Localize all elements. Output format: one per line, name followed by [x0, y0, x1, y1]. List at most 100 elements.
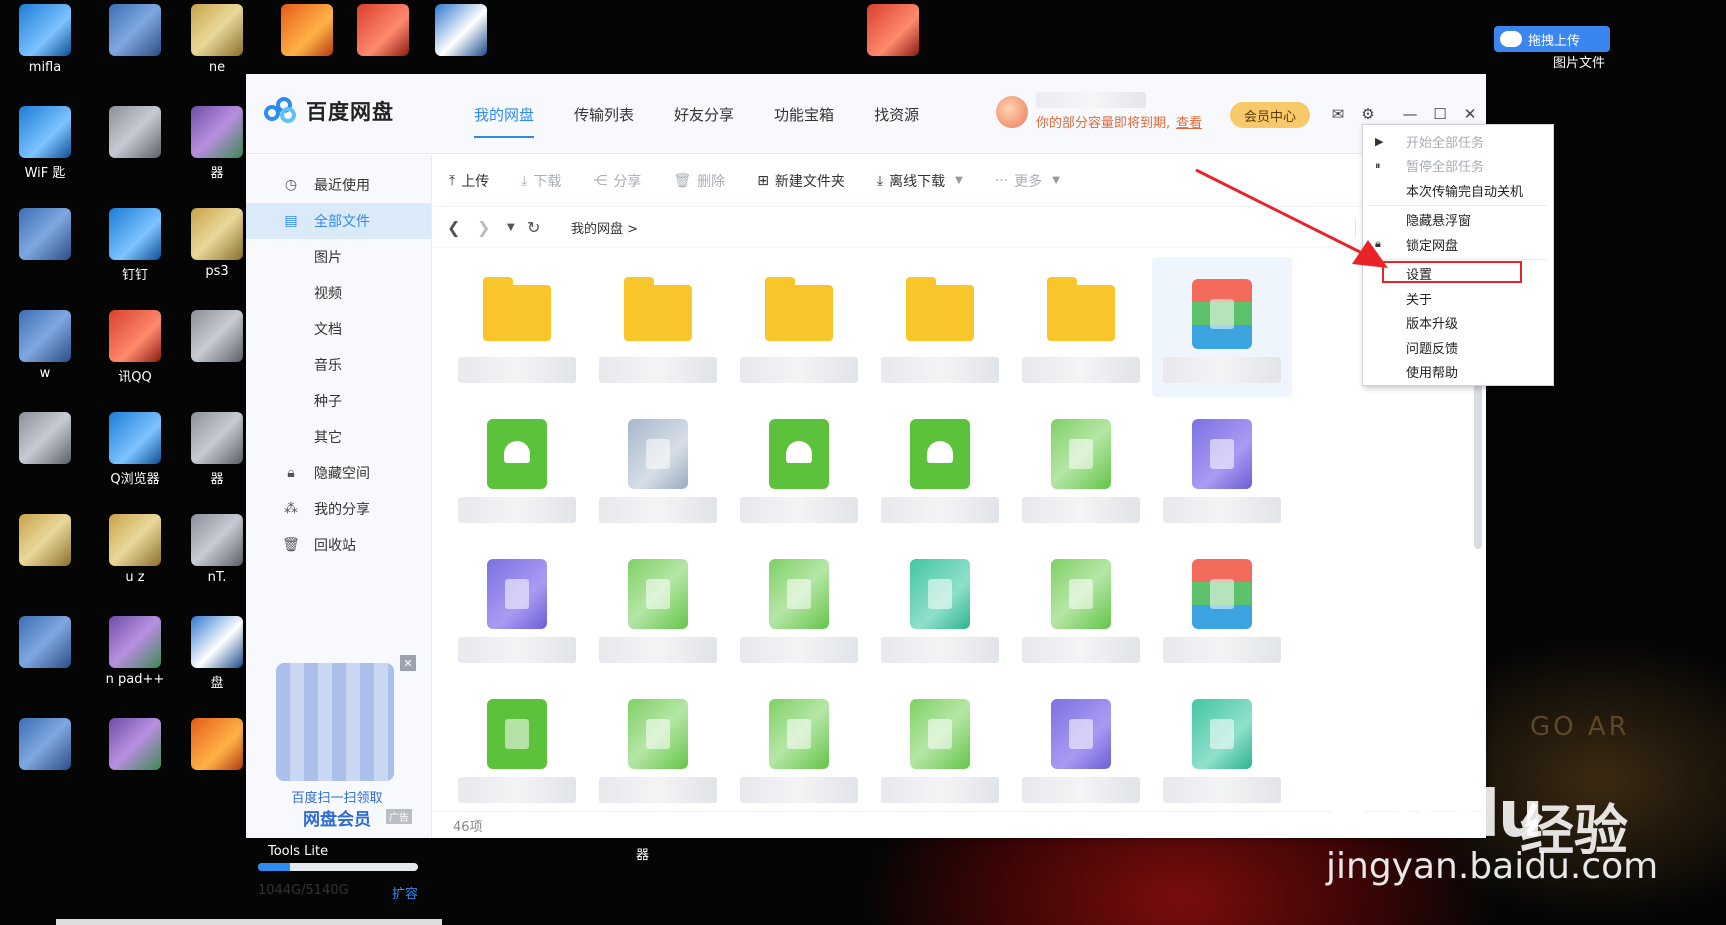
- sidebar-item-0[interactable]: ◷ 最近使用: [246, 167, 431, 203]
- file-item[interactable]: [729, 257, 869, 397]
- breadcrumb[interactable]: 我的网盘 >: [571, 218, 638, 237]
- desktop-icon-label: ne: [208, 60, 226, 75]
- file-item[interactable]: [1011, 537, 1151, 677]
- file-item[interactable]: [447, 257, 587, 397]
- file-item[interactable]: [588, 257, 728, 397]
- file-icon: [1047, 699, 1115, 769]
- avatar[interactable]: [996, 95, 1028, 128]
- back-icon[interactable]: ❮: [447, 218, 477, 237]
- menu-item[interactable]: 版本升级: [1363, 311, 1553, 336]
- close-icon[interactable]: ✕: [1460, 104, 1480, 124]
- desktop-icon[interactable]: u z: [90, 514, 180, 604]
- sidebar-item-extra-2[interactable]: 🗑︎ 回收站: [246, 527, 431, 563]
- download-button[interactable]: ⤓ 下载: [521, 171, 561, 191]
- desktop-icon[interactable]: [90, 106, 180, 196]
- upload-button[interactable]: ⤒ 上传: [449, 171, 489, 191]
- file-item[interactable]: [447, 537, 587, 677]
- file-item[interactable]: [447, 397, 587, 537]
- tool-label: 离线下载: [889, 173, 946, 190]
- share-button[interactable]: ⋲ 分享: [593, 171, 641, 191]
- history-dropdown-icon[interactable]: ▼: [507, 222, 527, 233]
- desktop-icon-label: w: [39, 366, 51, 381]
- sidebar-subitem-1[interactable]: 视频: [246, 275, 431, 311]
- menu-item[interactable]: 隐藏悬浮窗: [1363, 208, 1553, 233]
- file-item[interactable]: [870, 397, 1010, 537]
- desktop-icon-label: ps3: [205, 264, 229, 279]
- vip-center-button[interactable]: 会员中心: [1230, 102, 1310, 128]
- desktop-icon[interactable]: [0, 514, 90, 604]
- minimize-icon[interactable]: —: [1400, 104, 1420, 124]
- desktop-icon[interactable]: 钉钉: [90, 208, 180, 298]
- file-item[interactable]: [729, 537, 869, 677]
- desktop-icon[interactable]: w: [0, 310, 90, 400]
- desktop-icon[interactable]: mifla: [0, 4, 90, 94]
- desktop-icon[interactable]: [0, 208, 90, 298]
- file-item[interactable]: [1152, 397, 1292, 537]
- desktop-app-icon: [191, 106, 243, 158]
- sidebar-subitem-0[interactable]: 图片: [246, 239, 431, 275]
- file-item[interactable]: [1152, 537, 1292, 677]
- tab-4[interactable]: 找资源: [854, 74, 939, 154]
- gear-icon[interactable]: ⚙: [1358, 104, 1378, 124]
- file-item[interactable]: [729, 397, 869, 537]
- menu-item[interactable]: 本次传输完自动关机: [1363, 178, 1553, 203]
- desktop-icon[interactable]: 讯QQ: [90, 310, 180, 400]
- file-item[interactable]: [1011, 677, 1151, 809]
- desktop-icon-label: nT.: [207, 570, 227, 585]
- sidebar-item-extra-1[interactable]: ⁂ 我的分享: [246, 491, 431, 527]
- sidebar-subitem-5[interactable]: 其它: [246, 419, 431, 455]
- file-item[interactable]: [1011, 397, 1151, 537]
- file-item[interactable]: [588, 397, 728, 537]
- menu-item[interactable]: 问题反馈: [1363, 335, 1553, 360]
- file-item[interactable]: [870, 257, 1010, 397]
- tab-1[interactable]: 传输列表: [554, 74, 654, 154]
- menu-item[interactable]: ▶ 开始全部任务: [1363, 129, 1553, 154]
- offline-download-button[interactable]: ⤓ 离线下载 ▼: [877, 171, 963, 191]
- ad-close-icon[interactable]: ✕: [400, 655, 416, 671]
- delete-button[interactable]: 🗑︎ 删除: [673, 171, 725, 191]
- file-item[interactable]: [588, 537, 728, 677]
- desktop-icon[interactable]: [0, 616, 90, 706]
- user-area[interactable]: 你的部分容量即将到期, 查看: [996, 92, 1202, 131]
- sidebar-subitem-4[interactable]: 种子: [246, 383, 431, 419]
- desktop-icon[interactable]: Q浏览器: [90, 412, 180, 502]
- file-item[interactable]: [1152, 677, 1292, 809]
- drag-upload-widget[interactable]: 拖拽上传: [1494, 26, 1610, 52]
- path-bar: ❮ ❯ ▼ ↻ 我的网盘 >: [433, 208, 1486, 248]
- more-button[interactable]: ··· 更多 ▼: [995, 171, 1060, 191]
- file-item[interactable]: [1152, 257, 1292, 397]
- menu-separator: [1369, 204, 1547, 206]
- file-item[interactable]: [588, 677, 728, 809]
- file-item[interactable]: [447, 677, 587, 809]
- menu-item[interactable]: ⏸ 暂停全部任务: [1363, 154, 1553, 179]
- mail-icon[interactable]: ✉: [1328, 104, 1348, 124]
- tab-0[interactable]: 我的网盘: [454, 74, 554, 154]
- menu-item[interactable]: 🔒︎ 锁定网盘: [1363, 232, 1553, 257]
- file-item[interactable]: [1011, 257, 1151, 397]
- ad-banner[interactable]: ✕ 百度扫一扫领取 网盘会员 广告: [262, 655, 416, 830]
- desktop-icon[interactable]: [90, 718, 180, 808]
- new-folder-button[interactable]: ⊞ 新建文件夹: [757, 171, 845, 191]
- refresh-icon[interactable]: ↻: [527, 218, 557, 237]
- desktop-icon[interactable]: n pad++: [90, 616, 180, 706]
- desktop-app-icon: [19, 208, 71, 260]
- file-item[interactable]: [729, 677, 869, 809]
- sidebar-subitem-3[interactable]: 音乐: [246, 347, 431, 383]
- tab-3[interactable]: 功能宝箱: [754, 74, 854, 154]
- desktop-icon[interactable]: [90, 4, 180, 94]
- file-item[interactable]: [870, 537, 1010, 677]
- notice-view-link[interactable]: 查看: [1176, 116, 1202, 131]
- sidebar-subitem-2[interactable]: 文档: [246, 311, 431, 347]
- desktop-icon[interactable]: [0, 718, 90, 808]
- desktop-icon[interactable]: WiF 匙: [0, 106, 90, 196]
- expand-capacity-link[interactable]: 扩容: [392, 883, 418, 902]
- tab-2[interactable]: 好友分享: [654, 74, 754, 154]
- file-item[interactable]: [870, 677, 1010, 809]
- desktop-icon[interactable]: [0, 412, 90, 502]
- forward-icon[interactable]: ❯: [477, 218, 507, 237]
- sidebar-item-1[interactable]: ▤ 全部文件: [246, 203, 431, 239]
- menu-item[interactable]: 使用帮助: [1363, 360, 1553, 385]
- sidebar-item-extra-0[interactable]: 🔒︎ 隐藏空间: [246, 455, 431, 491]
- menu-item[interactable]: 关于: [1363, 286, 1553, 311]
- maximize-icon[interactable]: ☐: [1430, 104, 1450, 124]
